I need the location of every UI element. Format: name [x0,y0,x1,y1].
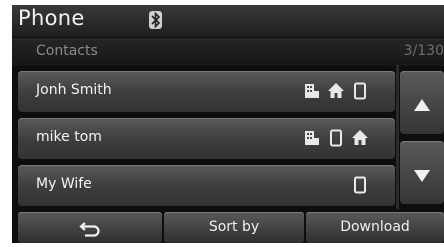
bluetooth-icon [149,11,162,29]
back-arrow-icon [79,219,101,243]
scroll-down-button[interactable] [400,141,444,204]
triangle-down-icon [414,167,430,186]
scroll-up-button[interactable] [400,71,444,134]
contacts-header: Contacts 3/130 [12,38,444,66]
page-title: Phone [18,6,85,30]
contact-row-my-wife[interactable]: My Wife [18,165,395,206]
contact-name: Jonh Smith [36,82,112,98]
contacts-label: Contacts [36,43,98,59]
contact-name: mike tom [36,129,102,145]
download-button[interactable]: Download [306,212,444,243]
home-phone-icon [351,129,369,147]
contact-row-mike-tom[interactable]: mike tom [18,118,395,159]
contact-name: My Wife [36,176,92,192]
phone-screen: Phone Contacts 3/130 Jonh Smith mike tom [12,5,444,243]
title-bar: Phone [12,5,444,37]
scrollbar-track[interactable] [396,65,399,209]
office-phone-icon [303,129,321,147]
sort-by-button[interactable]: Sort by [164,212,304,243]
mobile-phone-icon [327,129,345,147]
home-phone-icon [327,82,345,100]
mobile-phone-icon [351,82,369,100]
contact-count: 3/130 [403,43,444,59]
office-phone-icon [303,82,321,100]
contact-row-jonh-smith[interactable]: Jonh Smith [18,71,395,112]
mobile-phone-icon [351,176,369,194]
triangle-up-icon [414,96,430,115]
back-button[interactable] [18,212,162,243]
bottom-toolbar: Sort by Download [12,210,444,243]
